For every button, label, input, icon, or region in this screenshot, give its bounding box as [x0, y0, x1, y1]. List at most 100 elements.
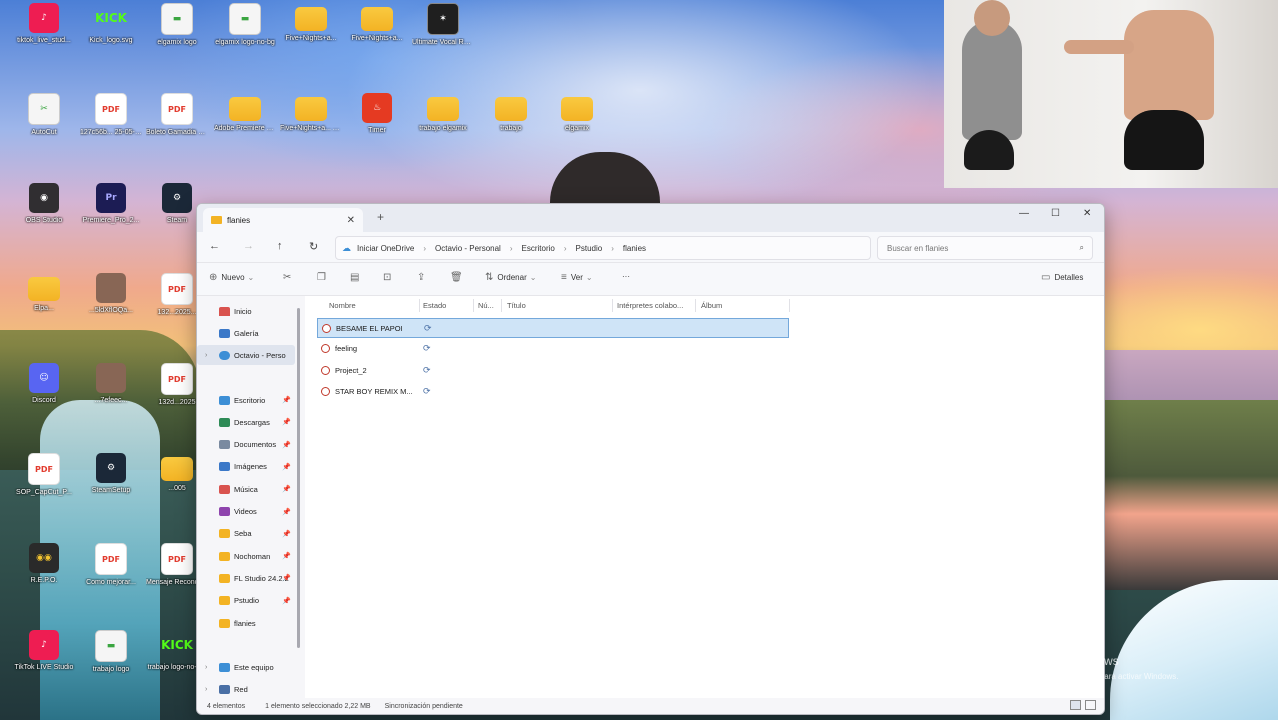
chevron-right-icon[interactable]: ›	[205, 686, 207, 693]
nav-item-quick-access[interactable]: Descargas 📌	[197, 412, 295, 432]
close-window-button[interactable]: ✕	[1083, 208, 1091, 219]
desktop-icon[interactable]: trabajo	[480, 93, 542, 133]
nav-item-quick-access[interactable]: FL Studio 24.2.2 📌	[197, 568, 295, 588]
nav-item-quick-access[interactable]: Documentos 📌	[197, 435, 295, 455]
search-input[interactable]: Buscar en flanies ⌕	[877, 236, 1093, 260]
desktop-icon[interactable]: ...5ldXflOQa...	[80, 273, 142, 315]
pin-icon[interactable]: 📌	[282, 552, 291, 560]
file-row[interactable]: feeling ⟳	[317, 340, 787, 358]
column-divider[interactable]	[612, 299, 613, 312]
more-options-button[interactable]: ···	[622, 272, 630, 281]
tab-close-icon[interactable]: ✕	[347, 215, 355, 226]
desktop-icon[interactable]: Adobe Premiere Pro 2025 Gam...	[214, 93, 276, 133]
breadcrumb-pstudio[interactable]: Pstudio	[576, 244, 603, 253]
desktop-icon[interactable]: KICK Kick_logo.svg	[80, 3, 142, 45]
chevron-right-icon[interactable]: ›	[205, 352, 207, 359]
column-divider[interactable]	[789, 299, 790, 312]
file-row[interactable]: Project_2 ⟳	[317, 361, 787, 379]
desktop-icon[interactable]: ▬ elgamix logo-no-bg	[214, 3, 276, 47]
chevron-right-icon[interactable]: ›	[205, 664, 207, 671]
desktop-icon[interactable]: PDF 127c56b... 25-05-2025...	[80, 93, 142, 137]
column-header-nombre[interactable]: Nombre	[329, 301, 356, 310]
desktop-icon[interactable]: PDF Boleto Gamadia 07...	[146, 93, 208, 137]
nav-item-red[interactable]: › Red	[197, 679, 295, 699]
nav-item-quick-access[interactable]: Seba 📌	[197, 524, 295, 544]
desktop-icon[interactable]: ♪ TikTok LIVE Studio	[13, 630, 75, 672]
nav-item-quick-access[interactable]: Nochoman 📌	[197, 546, 295, 566]
cut-button[interactable]: ✂	[283, 272, 295, 283]
nav-item-inicio[interactable]: Inicio	[197, 301, 295, 321]
desktop-icon[interactable]: ▬ elgamix logo	[146, 3, 208, 47]
pin-icon[interactable]: 📌	[282, 485, 291, 493]
column-divider[interactable]	[473, 299, 474, 312]
desktop-icon[interactable]: ◉ OBS Studio	[13, 183, 75, 225]
breadcrumb-escritorio[interactable]: Escritorio	[522, 244, 555, 253]
pin-icon[interactable]: 📌	[282, 396, 291, 404]
details-button[interactable]: ▭ Detalles	[1041, 272, 1083, 283]
column-header-titulo[interactable]: Título	[507, 301, 526, 310]
column-header-numero[interactable]: Nú...	[478, 301, 494, 310]
nav-pane-scrollbar[interactable]	[297, 308, 300, 648]
breadcrumb-octavio-personal[interactable]: Octavio - Personal	[435, 244, 501, 253]
share-button[interactable]: ⇪	[417, 272, 429, 283]
desktop-icon[interactable]: ☺ Discord	[13, 363, 75, 405]
new-tab-button[interactable]: +	[377, 210, 384, 224]
pin-icon[interactable]: 📌	[282, 574, 291, 582]
tab-flanies[interactable]: flanies ✕	[203, 208, 363, 232]
file-row[interactable]: BESAME EL PAPOI ⟳	[317, 318, 789, 338]
desktop-icon[interactable]: ✂ AutoCut	[13, 93, 75, 137]
column-header-album[interactable]: Álbum	[701, 301, 722, 310]
breadcrumb-iniciar-onedrive[interactable]: Iniciar OneDrive	[357, 244, 414, 253]
desktop-icon[interactable]: Five+Nights+a... Angel Gand...	[280, 93, 342, 133]
pin-icon[interactable]: 📌	[282, 597, 291, 605]
desktop-icon[interactable]: trabajo elgamix	[412, 93, 474, 133]
nav-item-quick-access[interactable]: Escritorio 📌	[197, 390, 295, 410]
nav-item-quick-access[interactable]: Videos 📌	[197, 502, 295, 522]
view-button[interactable]: ≡ Ver ⌄	[561, 272, 593, 283]
rename-button[interactable]: ⊡	[383, 272, 395, 283]
desktop-icon[interactable]: ▬ trabajo logo	[80, 630, 142, 674]
desktop-icon[interactable]: PDF SOP_CapCut_P...	[13, 453, 75, 497]
maximize-button[interactable]: ☐	[1051, 208, 1060, 219]
paste-button[interactable]: ▤	[350, 272, 363, 283]
pin-icon[interactable]: 📌	[282, 463, 291, 471]
back-button[interactable]: ←	[209, 240, 220, 252]
column-header-estado[interactable]: Estado	[423, 301, 446, 310]
nav-item-quick-access[interactable]: Pstudio 📌	[197, 591, 295, 611]
delete-button[interactable]: 🗑	[450, 272, 467, 283]
nav-item-quick-access[interactable]: Música 📌	[197, 479, 295, 499]
column-divider[interactable]	[419, 299, 420, 312]
desktop-icon[interactable]: ◉◉ R.E.P.O.	[13, 543, 75, 585]
pin-icon[interactable]: 📌	[282, 418, 291, 426]
new-button[interactable]: ⊕ Nuevo ⌄	[209, 272, 254, 283]
forward-button[interactable]: →	[243, 240, 254, 252]
address-bar[interactable]: ☁ Iniciar OneDrive › Octavio - Personal …	[335, 236, 871, 260]
breadcrumb-flanies[interactable]: flanies	[623, 244, 646, 253]
pin-icon[interactable]: 📌	[282, 508, 291, 516]
nav-item-quick-access[interactable]: flanies	[197, 613, 295, 633]
desktop-icon[interactable]: ...7efeec...	[80, 363, 142, 405]
minimize-button[interactable]: —	[1019, 208, 1029, 219]
desktop-icon[interactable]: Pr Premiere_Pro_2...	[80, 183, 142, 225]
pin-icon[interactable]: 📌	[282, 530, 291, 538]
up-button[interactable]: ↑	[277, 240, 283, 252]
nav-item-quick-access[interactable]: Imágenes 📌	[197, 457, 295, 477]
desktop-icon[interactable]: ⚙ SteamSetup	[80, 453, 142, 495]
nav-item-galeria[interactable]: Galería	[197, 323, 295, 343]
tiles-view-button[interactable]	[1085, 700, 1096, 710]
nav-item-onedrive[interactable]: › Octavio - Perso	[197, 345, 295, 365]
desktop-icon[interactable]: Five+Nights+a...	[280, 3, 342, 43]
desktop-icon[interactable]: ♪ tiktok_live_stud...	[13, 3, 75, 45]
refresh-button[interactable]: ↻	[309, 240, 318, 253]
desktop-icon[interactable]: Elpa...	[13, 273, 75, 313]
desktop-icon[interactable]: Five+Nights+a...	[346, 3, 408, 43]
column-divider[interactable]	[695, 299, 696, 312]
copy-button[interactable]: ❐	[317, 272, 330, 283]
file-row[interactable]: STAR BOY REMIX M... ⟳	[317, 383, 787, 401]
column-divider[interactable]	[501, 299, 502, 312]
column-header-interpretes[interactable]: Intérpretes colabo...	[617, 301, 683, 310]
pin-icon[interactable]: 📌	[282, 441, 291, 449]
details-view-button[interactable]	[1070, 700, 1081, 710]
nav-item-este-equipo[interactable]: › Este equipo	[197, 657, 295, 677]
desktop-icon[interactable]: ♨ Timer	[346, 93, 408, 135]
